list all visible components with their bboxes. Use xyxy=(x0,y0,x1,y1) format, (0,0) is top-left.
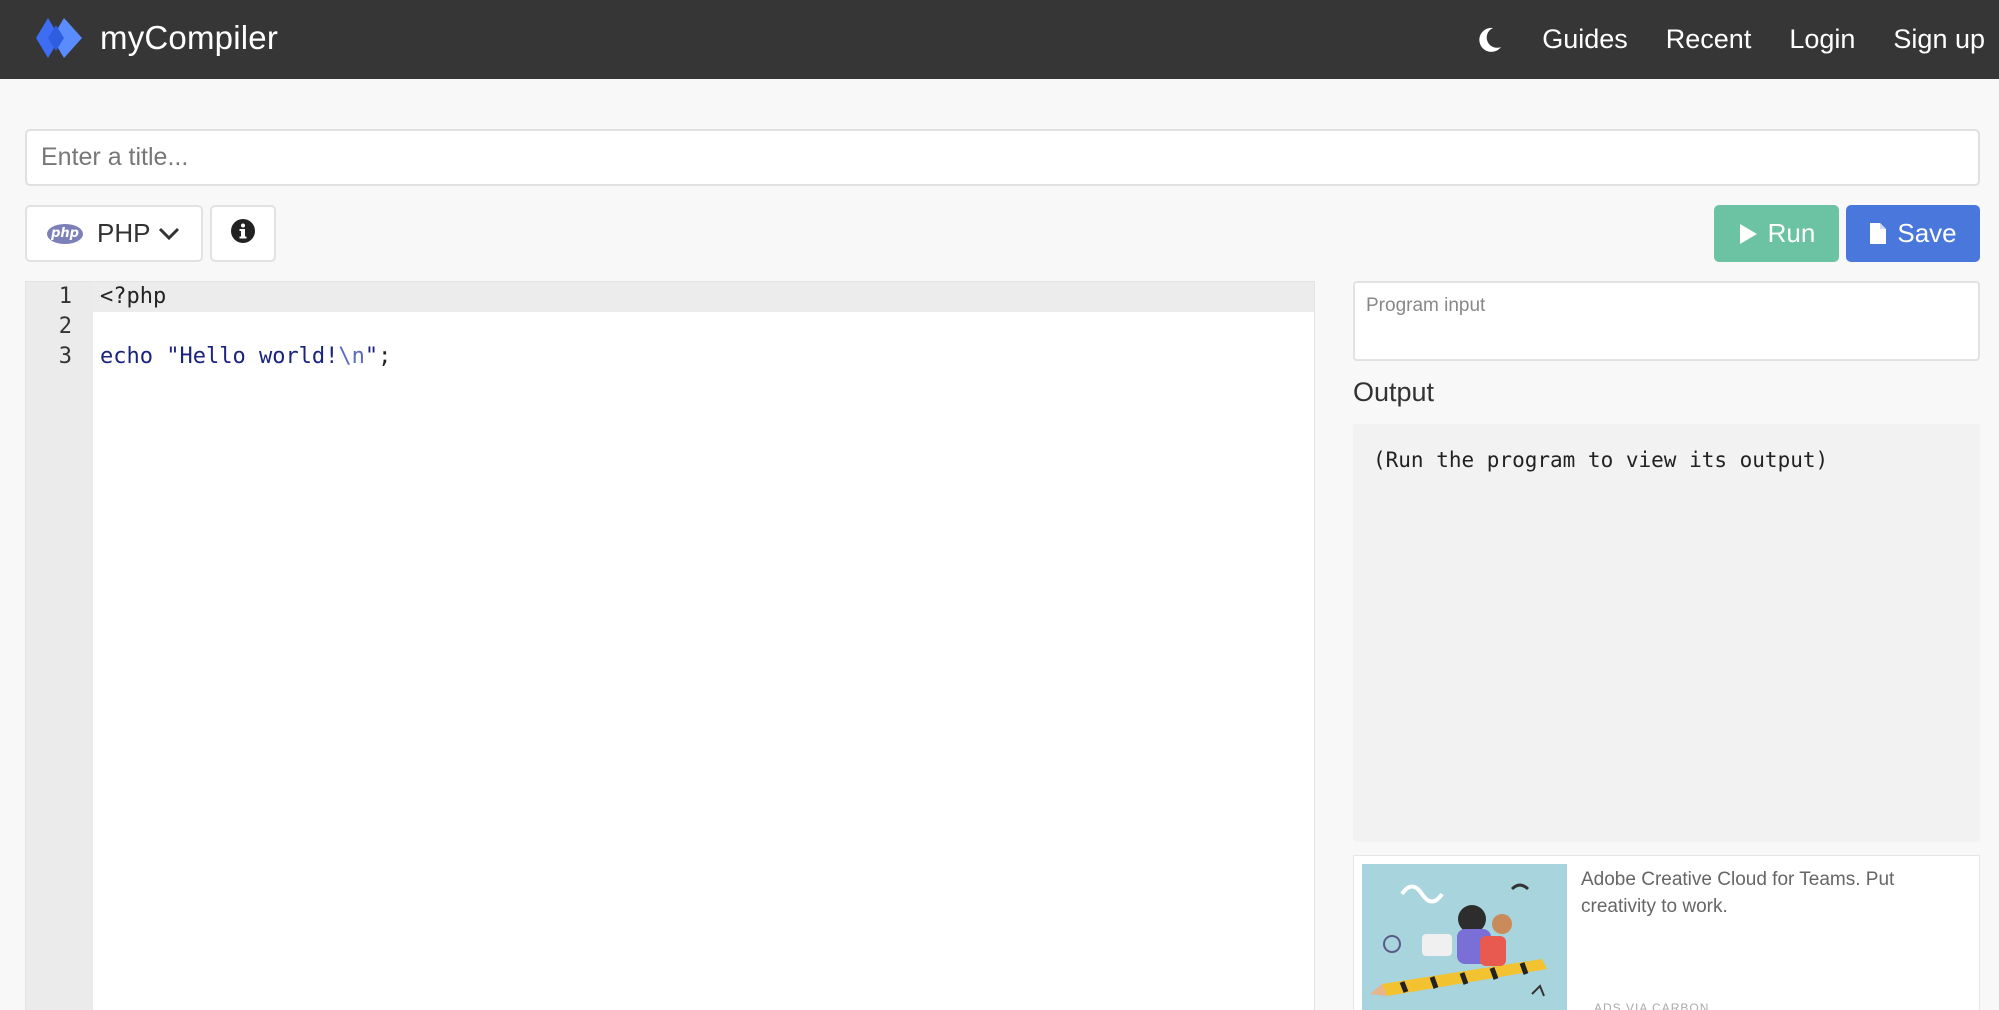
language-label: PHP xyxy=(97,218,151,248)
info-button[interactable] xyxy=(210,205,276,262)
line-number: 3 xyxy=(58,344,72,369)
ad-image xyxy=(1362,864,1567,1010)
brand-link[interactable]: myCompiler xyxy=(34,16,278,60)
ad-text: Adobe Creative Cloud for Teams. Put crea… xyxy=(1581,869,1895,917)
run-label: Run xyxy=(1767,218,1816,248)
active-line-highlight xyxy=(93,282,1314,312)
chevron-down-icon xyxy=(158,227,180,241)
line-number: 2 xyxy=(58,314,72,339)
carbon-ad[interactable]: Adobe Creative Cloud for Teams. Put crea… xyxy=(1353,855,1980,1010)
code-keyword: echo xyxy=(100,344,153,369)
run-button[interactable]: Run xyxy=(1714,205,1839,262)
code-line: <?php xyxy=(100,282,166,312)
output-panel: (Run the program to view its output) xyxy=(1353,424,1980,842)
save-button[interactable]: Save xyxy=(1846,205,1980,262)
line-number-gutter xyxy=(26,282,93,1010)
code-string-end: " xyxy=(364,344,379,369)
code-editor[interactable]: 1 2 3 <?php echo "Hello world!\n"; xyxy=(25,281,1315,1010)
code-line: echo "Hello world!\n"; xyxy=(100,342,391,372)
line-number: 1 xyxy=(58,284,72,309)
nav-link-recent[interactable]: Recent xyxy=(1666,24,1752,55)
title-input[interactable] xyxy=(25,129,1980,186)
nav-right: Guides Recent Login Sign up xyxy=(1478,0,1985,79)
output-heading: Output xyxy=(1353,377,1435,407)
file-icon xyxy=(1869,222,1887,245)
php-open-tag: <?php xyxy=(100,284,167,309)
save-label: Save xyxy=(1897,218,1957,248)
play-icon xyxy=(1738,223,1758,245)
moon-icon[interactable] xyxy=(1478,27,1504,53)
brand-logo-icon xyxy=(34,16,84,60)
nav-link-guides[interactable]: Guides xyxy=(1542,24,1628,55)
top-navbar: myCompiler Guides Recent Login Sign up xyxy=(0,0,1999,79)
code-string: "Hello world! xyxy=(166,344,339,369)
program-input[interactable] xyxy=(1353,281,1980,361)
ad-via-label: ADS VIA CARBON xyxy=(1594,1001,1710,1010)
code-escape: \n xyxy=(338,344,365,369)
nav-link-signup[interactable]: Sign up xyxy=(1893,24,1985,55)
nav-link-login[interactable]: Login xyxy=(1789,24,1855,55)
info-icon xyxy=(230,218,256,249)
php-icon: php xyxy=(47,223,83,244)
brand-name: myCompiler xyxy=(100,19,279,56)
code-semicolon: ; xyxy=(378,344,392,369)
output-text: (Run the program to view its output) xyxy=(1373,448,1829,472)
language-select[interactable]: php PHP xyxy=(25,205,203,262)
